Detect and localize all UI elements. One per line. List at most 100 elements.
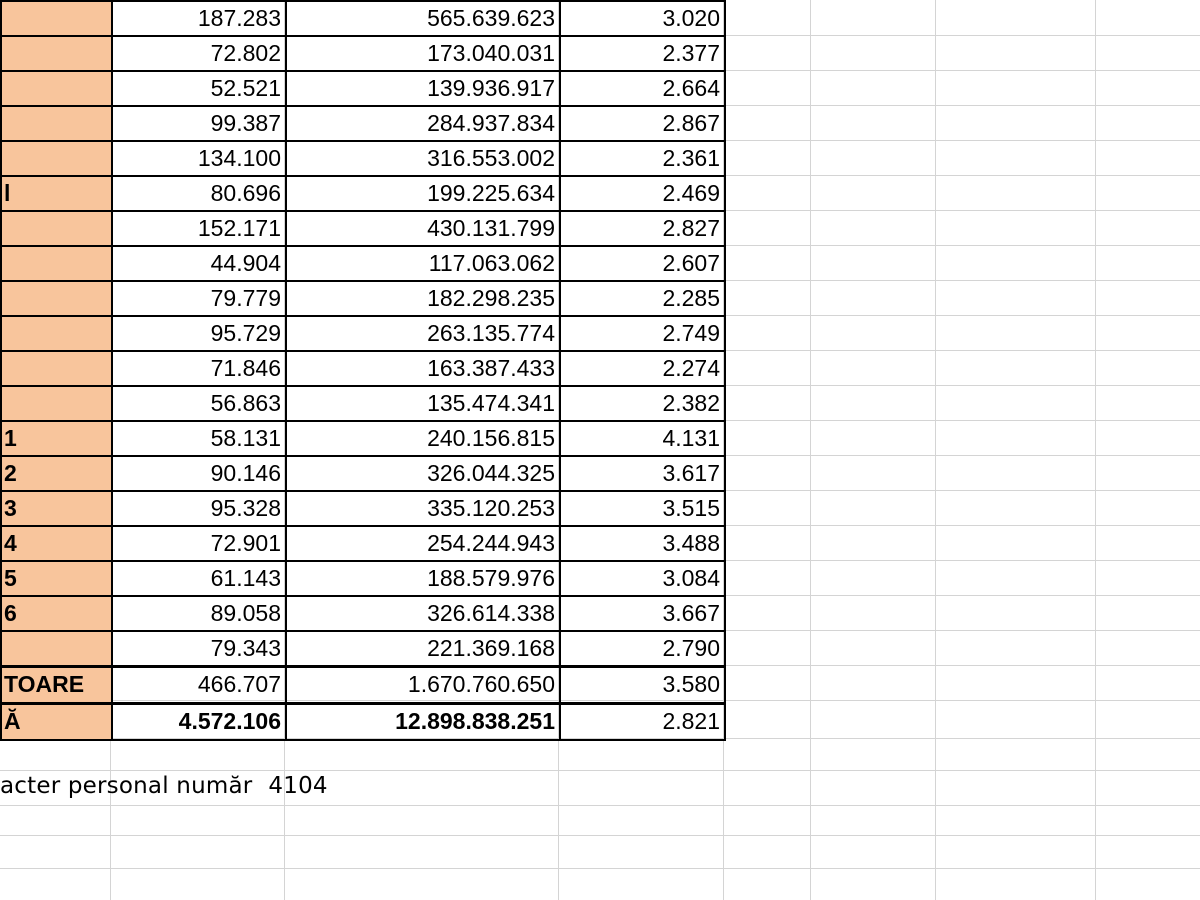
cell-col1[interactable]: 56.863 bbox=[111, 385, 287, 422]
footnote-text: acter personal număr bbox=[0, 773, 253, 799]
cell-col1[interactable]: 72.901 bbox=[111, 525, 287, 562]
row-label-cell[interactable] bbox=[0, 105, 113, 142]
gridline bbox=[810, 0, 811, 900]
cell-col1[interactable]: 89.058 bbox=[111, 595, 287, 632]
gridline bbox=[0, 868, 1200, 869]
footnote-cell[interactable]: acter personal număr 4104 bbox=[0, 773, 328, 799]
cell-col2[interactable]: 188.579.976 bbox=[285, 560, 561, 597]
cell-col1[interactable]: 44.904 bbox=[111, 245, 287, 282]
cell-col3[interactable]: 3.020 bbox=[559, 0, 726, 37]
cell-col2[interactable]: 430.131.799 bbox=[285, 210, 561, 247]
cell-col3[interactable]: 2.274 bbox=[559, 350, 726, 387]
cell-col2[interactable]: 326.614.338 bbox=[285, 595, 561, 632]
cell-col3[interactable]: 2.377 bbox=[559, 35, 726, 72]
row-label-cell[interactable] bbox=[0, 385, 113, 422]
cell-col2[interactable]: 135.474.341 bbox=[285, 385, 561, 422]
cell-col3[interactable]: 2.867 bbox=[559, 105, 726, 142]
row-label-cell[interactable] bbox=[0, 0, 113, 37]
table-row: 72.802 173.040.031 2.377 bbox=[0, 35, 726, 72]
gridline bbox=[1095, 0, 1096, 900]
cell-col3[interactable]: 2.790 bbox=[559, 630, 726, 667]
cell-col1[interactable]: 71.846 bbox=[111, 350, 287, 387]
cell-col2[interactable]: 117.063.062 bbox=[285, 245, 561, 282]
cell-col1[interactable]: 95.328 bbox=[111, 490, 287, 527]
cell-col2[interactable]: 182.298.235 bbox=[285, 280, 561, 317]
cell-col2[interactable]: 12.898.838.251 bbox=[285, 701, 561, 741]
table-row: 187.283 565.639.623 3.020 bbox=[0, 0, 726, 37]
cell-col2[interactable]: 316.553.002 bbox=[285, 140, 561, 177]
row-label-cell[interactable] bbox=[0, 315, 113, 352]
row-label-cell[interactable] bbox=[0, 630, 113, 667]
table-row: 79.779 182.298.235 2.285 bbox=[0, 280, 726, 317]
row-label-cell[interactable] bbox=[0, 70, 113, 107]
cell-col3[interactable]: 2.607 bbox=[559, 245, 726, 282]
table-row: 4 72.901 254.244.943 3.488 bbox=[0, 525, 726, 562]
cell-col3[interactable]: 2.821 bbox=[559, 701, 726, 741]
row-label-cell[interactable] bbox=[0, 350, 113, 387]
cell-col2[interactable]: 335.120.253 bbox=[285, 490, 561, 527]
cell-col1[interactable]: 152.171 bbox=[111, 210, 287, 247]
cell-col3[interactable]: 2.382 bbox=[559, 385, 726, 422]
cell-col1[interactable]: 90.146 bbox=[111, 455, 287, 492]
cell-col2[interactable]: 263.135.774 bbox=[285, 315, 561, 352]
cell-col1[interactable]: 52.521 bbox=[111, 70, 287, 107]
cell-col2[interactable]: 1.670.760.650 bbox=[285, 664, 561, 704]
table-row: 52.521 139.936.917 2.664 bbox=[0, 70, 726, 107]
cell-col3[interactable]: 3.515 bbox=[559, 490, 726, 527]
row-label-cell[interactable]: l bbox=[0, 175, 113, 212]
cell-col3[interactable]: 3.617 bbox=[559, 455, 726, 492]
cell-col3[interactable]: 3.488 bbox=[559, 525, 726, 562]
row-label-cell[interactable]: 1 bbox=[0, 420, 113, 457]
row-label-cell[interactable]: 5 bbox=[0, 560, 113, 597]
row-label-cell[interactable] bbox=[0, 210, 113, 247]
cell-col3[interactable]: 2.827 bbox=[559, 210, 726, 247]
cell-col3[interactable]: 2.749 bbox=[559, 315, 726, 352]
cell-col1[interactable]: 72.802 bbox=[111, 35, 287, 72]
row-label-cell[interactable]: TOARE bbox=[0, 664, 113, 704]
cell-col3[interactable]: 3.667 bbox=[559, 595, 726, 632]
cell-col1[interactable]: 134.100 bbox=[111, 140, 287, 177]
row-label-cell[interactable]: 6 bbox=[0, 595, 113, 632]
row-label-cell[interactable]: 2 bbox=[0, 455, 113, 492]
cell-col1[interactable]: 4.572.106 bbox=[111, 701, 287, 741]
cell-col2[interactable]: 565.639.623 bbox=[285, 0, 561, 37]
cell-col1[interactable]: 99.387 bbox=[111, 105, 287, 142]
cell-col3[interactable]: 4.131 bbox=[559, 420, 726, 457]
cell-col2[interactable]: 254.244.943 bbox=[285, 525, 561, 562]
cell-col1[interactable]: 79.343 bbox=[111, 630, 287, 667]
cell-col1[interactable]: 466.707 bbox=[111, 664, 287, 704]
table-row: 44.904 117.063.062 2.607 bbox=[0, 245, 726, 282]
row-label-cell[interactable]: 3 bbox=[0, 490, 113, 527]
cell-col1[interactable]: 187.283 bbox=[111, 0, 287, 37]
cell-col3[interactable]: 2.285 bbox=[559, 280, 726, 317]
cell-col2[interactable]: 163.387.433 bbox=[285, 350, 561, 387]
cell-col2[interactable]: 326.044.325 bbox=[285, 455, 561, 492]
gridline bbox=[0, 770, 1200, 771]
cell-col1[interactable]: 61.143 bbox=[111, 560, 287, 597]
row-label-cell[interactable] bbox=[0, 245, 113, 282]
total-row: Ă 4.572.106 12.898.838.251 2.821 bbox=[0, 701, 726, 741]
cell-col3[interactable]: 2.361 bbox=[559, 140, 726, 177]
row-label-cell[interactable]: 4 bbox=[0, 525, 113, 562]
table-row: 71.846 163.387.433 2.274 bbox=[0, 350, 726, 387]
row-label-cell[interactable] bbox=[0, 280, 113, 317]
cell-col1[interactable]: 58.131 bbox=[111, 420, 287, 457]
cell-col1[interactable]: 95.729 bbox=[111, 315, 287, 352]
cell-col2[interactable]: 199.225.634 bbox=[285, 175, 561, 212]
cell-col1[interactable]: 79.779 bbox=[111, 280, 287, 317]
row-label-cell[interactable] bbox=[0, 35, 113, 72]
cell-col2[interactable]: 221.369.168 bbox=[285, 630, 561, 667]
row-label-cell[interactable] bbox=[0, 140, 113, 177]
cell-col1[interactable]: 80.696 bbox=[111, 175, 287, 212]
cell-col2[interactable]: 240.156.815 bbox=[285, 420, 561, 457]
cell-col2[interactable]: 173.040.031 bbox=[285, 35, 561, 72]
cell-col3[interactable]: 3.580 bbox=[559, 664, 726, 704]
cell-col3[interactable]: 2.469 bbox=[559, 175, 726, 212]
cell-col2[interactable]: 139.936.917 bbox=[285, 70, 561, 107]
table-row: 3 95.328 335.120.253 3.515 bbox=[0, 490, 726, 527]
gridline bbox=[0, 835, 1200, 836]
cell-col2[interactable]: 284.937.834 bbox=[285, 105, 561, 142]
cell-col3[interactable]: 2.664 bbox=[559, 70, 726, 107]
row-label-cell[interactable]: Ă bbox=[0, 701, 113, 741]
cell-col3[interactable]: 3.084 bbox=[559, 560, 726, 597]
